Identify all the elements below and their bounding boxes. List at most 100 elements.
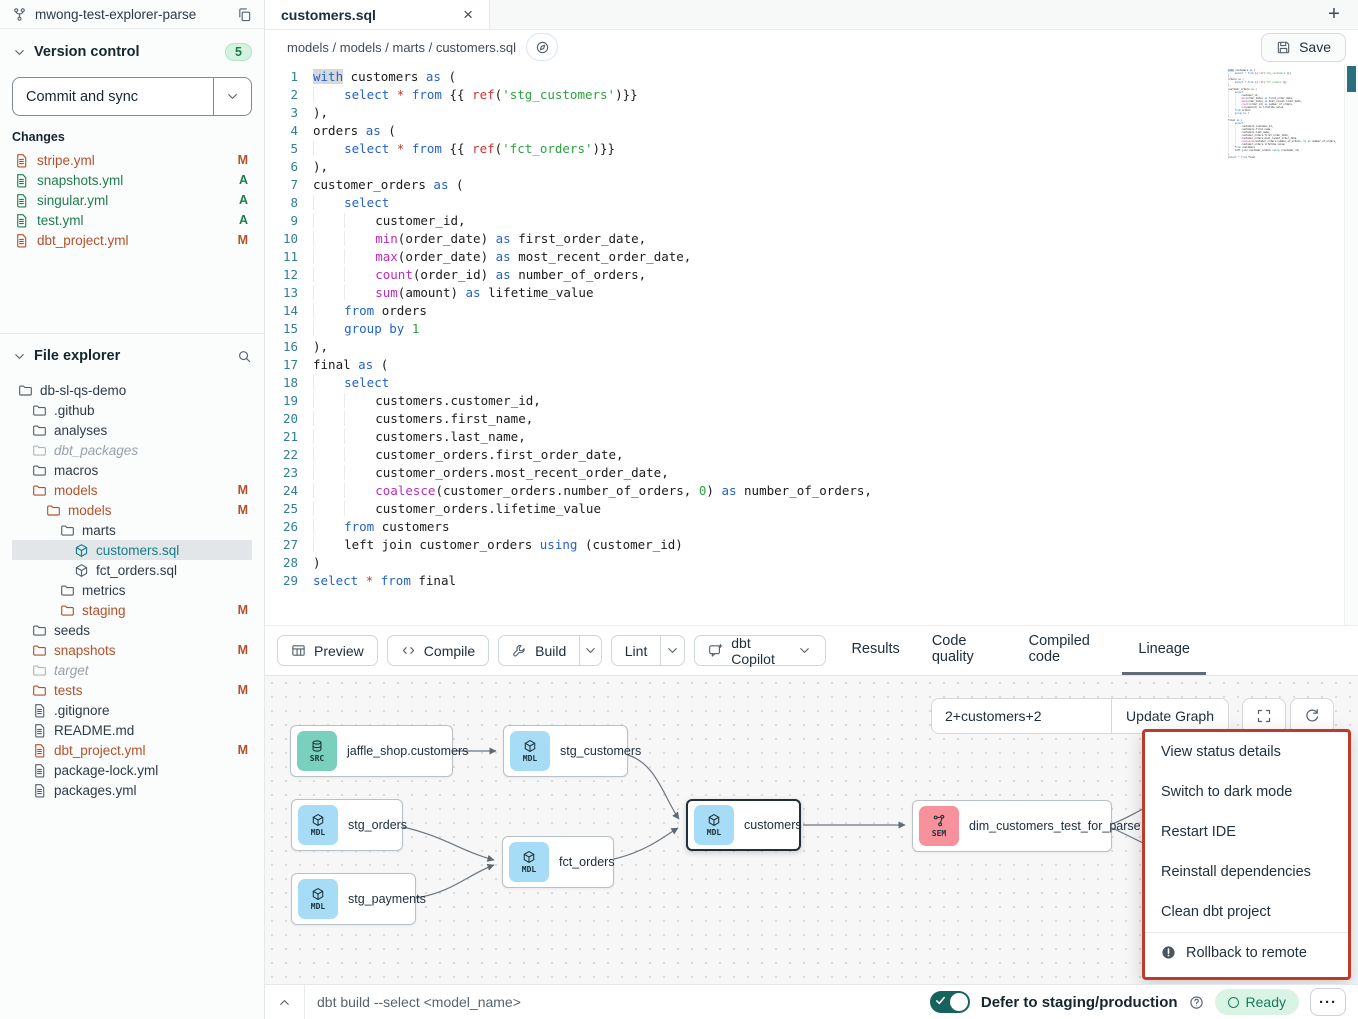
tab-compiled-code[interactable]: Compiled code [1013,626,1123,675]
code-line: 18 select [265,374,1358,392]
menu-item-restart-ide[interactable]: Restart IDE [1145,812,1348,852]
file-name: fct_orders.sql [96,563,177,578]
menu-item-label: View status details [1161,744,1281,760]
change-status-flag: A [239,173,252,187]
file-tree-item--gitignore[interactable]: .gitignore [12,700,252,720]
file-tree-item-snapshots[interactable]: snapshotsM [12,640,252,660]
menu-item-clean-dbt-project[interactable]: Clean dbt project [1145,892,1348,932]
file-tree-item-marts[interactable]: marts [12,520,252,540]
preview-label: Preview [314,643,364,659]
scrollbar-thumb[interactable] [1347,66,1356,92]
editor-minimap[interactable]: with customers as ( select * from {{ ref… [1228,69,1330,159]
dbt-copilot-button[interactable]: dbt Copilot [694,635,826,666]
file-tree-item-fct-orders-sql[interactable]: fct_orders.sql [12,560,252,580]
file-name: models [54,483,98,498]
copy-icon[interactable] [237,7,252,22]
expand-command-bar-button[interactable] [265,985,305,1019]
lineage-node-stg-payments[interactable]: MDLstg_payments [291,873,416,925]
menu-item-reinstall-dependencies[interactable]: Reinstall dependencies [1145,852,1348,892]
version-control-header[interactable]: Version control 5 [12,37,252,67]
menu-item-label: Restart IDE [1161,824,1236,840]
more-options-button[interactable]: ··· [1310,988,1346,1016]
tab-lineage[interactable]: Lineage [1122,626,1206,675]
file-tree-item-analyses[interactable]: analyses [12,420,252,440]
code-line: 14 from orders [265,302,1358,320]
open-in-explorer-button[interactable] [526,33,558,61]
lineage-node-dim-customers-test-for-parse[interactable]: SEMdim_customers_test_for_parse [912,800,1112,852]
file-tree-item-target[interactable]: target [12,660,252,680]
change-file-row[interactable]: snapshots.ymlA [12,170,252,190]
lint-options-button[interactable] [660,636,684,665]
chevron-down-icon [12,45,27,60]
commit-options-button[interactable] [213,78,251,115]
code-line: 3), [265,104,1358,122]
menu-item-switch-to-dark-mode[interactable]: Switch to dark mode [1145,772,1348,812]
tab-label: customers.sql [281,7,376,23]
commit-and-sync-button[interactable]: Commit and sync [13,78,213,115]
tab-customers-sql[interactable]: customers.sql × [265,0,490,29]
file-tree-item-readme-md[interactable]: README.md [12,720,252,740]
search-icon[interactable] [237,349,252,364]
defer-toggle[interactable] [930,991,970,1013]
file-tree-item-models[interactable]: modelsM [12,480,252,500]
lineage-node-fct-orders[interactable]: MDLfct_orders [502,836,614,888]
lint-button[interactable]: Lint [612,636,661,665]
tab-code-quality[interactable]: Code quality [916,626,1013,675]
line-number: 10 [265,230,313,248]
lineage-node-stg-orders[interactable]: MDLstg_orders [291,799,403,851]
line-number: 28 [265,554,313,572]
project-selector[interactable]: mwong-test-explorer-parse [0,0,264,29]
sem-badge: SEM [919,806,959,846]
file-tree-item-customers-sql[interactable]: customers.sql [12,540,252,560]
file-tree-item-seeds[interactable]: seeds [12,620,252,640]
editor-scrollbar[interactable] [1344,64,1358,625]
close-tab-icon[interactable]: × [463,5,473,25]
file-tree-item-staging[interactable]: stagingM [12,600,252,620]
update-graph-button[interactable]: Update Graph [1111,699,1228,733]
change-file-row[interactable]: test.ymlA [12,210,252,230]
code-line: 27 left join customer_orders using (cust… [265,536,1358,554]
lineage-selector-input[interactable]: 2+customers+2 [932,708,1111,724]
menu-item-rollback-to-remote[interactable]: Rollback to remote [1145,932,1348,972]
build-options-button[interactable] [579,636,600,665]
lineage-node-jaffle-shop-customers[interactable]: SRCjaffle_shop.customers [290,725,453,777]
file-tree-item-dbt-project-yml[interactable]: dbt_project.ymlM [12,740,252,760]
file-tree-item-package-lock-yml[interactable]: package-lock.yml [12,760,252,780]
code-line: 26 from customers [265,518,1358,536]
lineage-node-stg-customers[interactable]: MDLstg_customers [503,725,628,777]
file-tree-item--github[interactable]: .github [12,400,252,420]
code-editor[interactable]: 1with customers as (2 select * from {{ r… [265,64,1358,625]
preview-button[interactable]: Preview [277,635,378,666]
help-icon[interactable] [1189,995,1204,1010]
tab-results[interactable]: Results [835,626,915,675]
change-file-row[interactable]: stripe.ymlM [12,150,252,170]
file-tree-item-tests[interactable]: testsM [12,680,252,700]
change-file-row[interactable]: dbt_project.ymlM [12,230,252,250]
change-file-row[interactable]: singular.ymlA [12,190,252,210]
save-button[interactable]: Save [1261,33,1346,62]
refresh-icon [1304,708,1320,724]
changes-label: Changes [12,130,252,144]
file-tree-item-macros[interactable]: macros [12,460,252,480]
file-tree-item-models[interactable]: modelsM [12,500,252,520]
lineage-node-customers[interactable]: MDLcustomers [686,799,801,851]
breadcrumb-row: models / models / marts / customers.sql … [265,30,1358,64]
compile-button[interactable]: Compile [387,635,489,666]
folder-icon [32,623,47,638]
file-icon [14,213,29,228]
new-tab-button[interactable]: + [1310,0,1358,29]
build-button[interactable]: Build [499,636,579,665]
menu-item-view-status-details[interactable]: View status details [1145,732,1348,772]
file-tree-item-packages-yml[interactable]: packages.yml [12,780,252,800]
file-tree-item-dbt-packages[interactable]: dbt_packages [12,440,252,460]
version-control-title: Version control [34,44,140,60]
folder-icon [32,403,47,418]
file-explorer-header[interactable]: File explorer [12,342,252,370]
breadcrumb[interactable]: models / models / marts / customers.sql [287,40,516,55]
file-tree-item-metrics[interactable]: metrics [12,580,252,600]
command-input[interactable]: dbt build --select <model_name> [305,994,521,1010]
file-icon [14,193,29,208]
file-tree-item-db-sl-qs-demo[interactable]: db-sl-qs-demo [12,380,252,400]
chevron-down-icon [12,349,27,364]
code-line: 28) [265,554,1358,572]
